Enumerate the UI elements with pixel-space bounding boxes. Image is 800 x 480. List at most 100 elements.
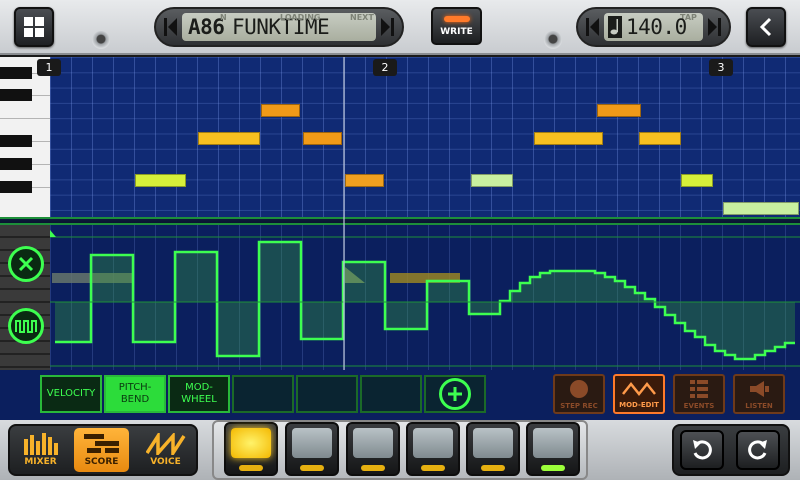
note[interactable] — [681, 174, 713, 187]
bar-marker-2: 2 — [373, 59, 397, 76]
voice-wave-icon — [145, 433, 185, 455]
note[interactable] — [135, 174, 186, 187]
screw-decoration — [92, 31, 110, 49]
add-mod-button[interactable] — [424, 375, 486, 413]
bar-marker-3: 3 — [709, 59, 733, 76]
mod-edit-button[interactable]: MOD-EDIT — [613, 374, 665, 414]
preset-n-label: N — [220, 13, 227, 22]
preset-selector: A86 FUNKTIME N LOADING NEXT — [154, 7, 404, 47]
black-key — [0, 181, 32, 193]
track-pad[interactable] — [346, 422, 400, 476]
redo-icon — [748, 440, 767, 460]
track-pad[interactable] — [526, 422, 580, 476]
note[interactable] — [639, 132, 681, 145]
tempo-selector: TAP 140.0 — [576, 7, 731, 47]
mixer-label: MIXER — [24, 457, 57, 467]
plus-icon — [439, 378, 471, 410]
track-pad-light — [533, 428, 573, 458]
score-label: SCORE — [84, 457, 119, 467]
tempo-down-button[interactable] — [586, 13, 600, 41]
tab-empty-slot[interactable] — [360, 375, 422, 413]
record-icon — [570, 379, 588, 398]
track-pad[interactable] — [224, 422, 278, 476]
track-led — [361, 465, 385, 471]
events-button[interactable]: EVENTS — [673, 374, 725, 414]
undo-button[interactable] — [680, 430, 724, 470]
black-key — [0, 67, 32, 79]
note[interactable] — [345, 174, 384, 187]
mod-edit-label: MOD-EDIT — [619, 400, 659, 409]
step-rec-label: STEP REC — [560, 401, 598, 410]
back-button[interactable] — [746, 7, 786, 47]
score-icon — [83, 434, 119, 453]
modulation-lane[interactable] — [50, 225, 800, 370]
mode-voice-button[interactable]: VOICE — [138, 428, 193, 472]
black-key — [0, 158, 32, 170]
write-led — [443, 15, 470, 22]
list-icon — [690, 379, 708, 398]
track-pad[interactable] — [406, 422, 460, 476]
write-label: WRITE — [440, 26, 473, 37]
menu-grid-button[interactable] — [14, 7, 54, 47]
pitch-bend-curve — [50, 230, 800, 367]
mixer-icon — [23, 433, 58, 455]
tab-mod-wheel[interactable]: MOD-WHEEL — [168, 375, 230, 413]
arrow-left-icon — [164, 18, 177, 36]
screw-decoration — [544, 31, 562, 49]
clear-mod-button[interactable] — [8, 246, 44, 282]
note[interactable] — [261, 104, 300, 117]
preset-prev-button[interactable] — [164, 13, 178, 41]
grid-icon — [24, 17, 44, 37]
note[interactable] — [534, 132, 603, 145]
next-label: NEXT — [350, 13, 374, 22]
track-pad[interactable] — [285, 422, 339, 476]
note-grid[interactable] — [50, 57, 800, 217]
piano-keyboard[interactable] — [0, 57, 50, 217]
tempo-value: 140.0 — [626, 15, 687, 39]
undo-icon — [693, 440, 712, 460]
listen-button[interactable]: LISTEN — [733, 374, 785, 414]
track-pad-light — [353, 428, 393, 458]
note[interactable] — [597, 104, 641, 117]
megaphone-icon — [750, 380, 769, 397]
write-button[interactable]: WRITE — [431, 7, 482, 45]
tab-velocity[interactable]: VELOCITY — [40, 375, 102, 413]
tempo-up-button[interactable] — [707, 13, 721, 41]
track-led — [300, 465, 324, 471]
note[interactable] — [723, 202, 799, 215]
note-icon — [608, 16, 622, 38]
note[interactable] — [303, 132, 342, 145]
preset-number: A86 — [188, 15, 225, 39]
mode-score-button[interactable]: SCORE — [74, 428, 129, 472]
mode-mixer-button[interactable]: MIXER — [13, 428, 68, 472]
track-pad-light — [292, 428, 332, 458]
chevron-left-icon — [759, 17, 772, 37]
tab-pitch-bend[interactable]: PITCH-BEND — [104, 375, 166, 413]
bar-marker-1: 1 — [37, 59, 61, 76]
track-pad-light — [231, 428, 271, 458]
note[interactable] — [198, 132, 260, 145]
note[interactable] — [471, 174, 513, 187]
editor-separator — [0, 217, 800, 225]
preset-next-button[interactable] — [380, 13, 394, 41]
zigzag-icon — [622, 381, 656, 396]
arrow-right-icon — [708, 18, 721, 36]
black-key — [0, 89, 32, 101]
redo-button[interactable] — [736, 430, 780, 470]
quantize-mod-button[interactable] — [8, 308, 44, 344]
events-label: EVENTS — [683, 401, 715, 410]
track-pad[interactable] — [466, 422, 520, 476]
track-led — [481, 465, 505, 471]
track-led — [421, 465, 445, 471]
tab-empty-slot[interactable] — [296, 375, 358, 413]
tab-empty-slot[interactable] — [232, 375, 294, 413]
step-rec-button[interactable]: STEP REC — [553, 374, 605, 414]
track-pad-light — [473, 428, 513, 458]
track-pad-light — [413, 428, 453, 458]
playhead[interactable] — [343, 57, 345, 419]
loading-label: LOADING — [280, 13, 321, 22]
track-led — [239, 465, 263, 471]
arrow-left-icon — [586, 18, 599, 36]
track-led — [541, 465, 565, 471]
voice-label: VOICE — [150, 457, 181, 467]
